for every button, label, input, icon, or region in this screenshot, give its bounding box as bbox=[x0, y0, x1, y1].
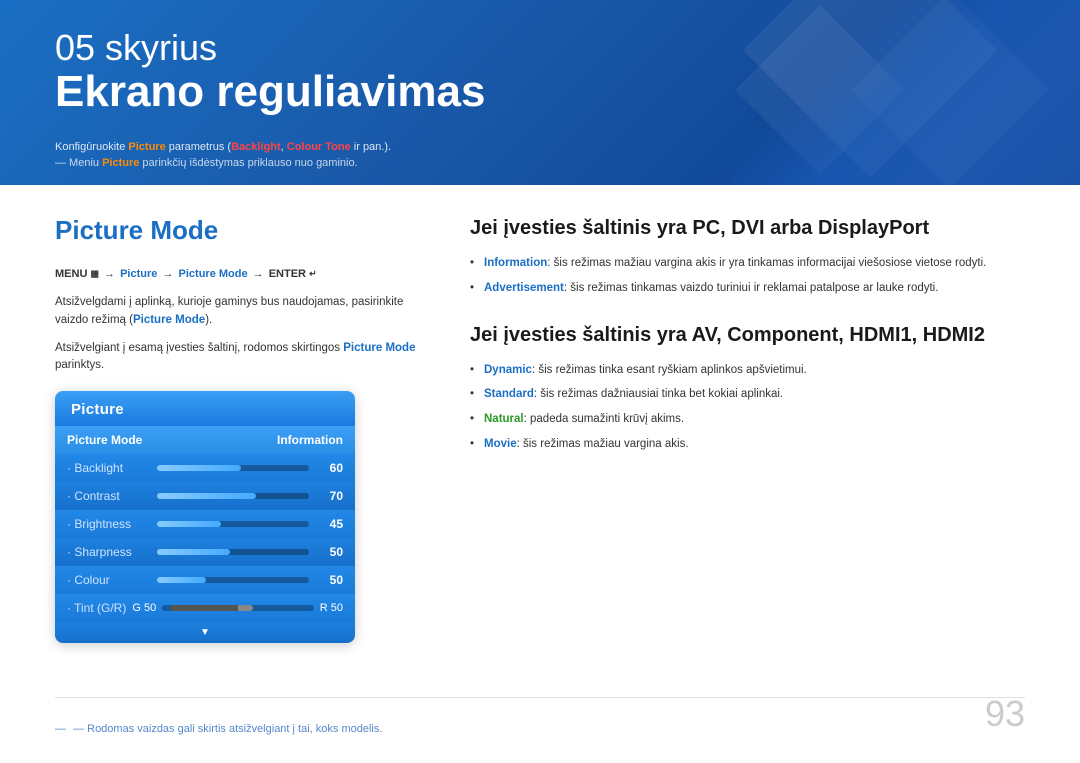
section-title-left: Picture Mode bbox=[55, 215, 425, 246]
contrast-slider bbox=[157, 493, 309, 499]
subtitle2-suffix: parinkčių išdėstymas priklauso nuo gamin… bbox=[139, 157, 357, 169]
colour-fill bbox=[157, 577, 206, 583]
chapter-number: 05 skyrius bbox=[55, 28, 485, 68]
footer-note-text: ― Rodomas vaizdas gali skirtis atsižvelg… bbox=[73, 723, 382, 735]
bullet-item-information: Information: šis režimas mažiau vargina … bbox=[470, 255, 1025, 273]
row-label-contrast: · Contrast bbox=[67, 489, 147, 503]
row-value-mode: Information bbox=[277, 433, 343, 447]
header-content: 05 skyrius Ekrano reguliavimas bbox=[55, 28, 485, 116]
row-value-backlight: 60 bbox=[319, 461, 343, 475]
menu-path: MENU ▦ → Picture → Picture Mode → ENTER … bbox=[55, 268, 425, 280]
row-label-brightness: · Brightness bbox=[67, 517, 147, 531]
bullet-item-advertisement: Advertisement: šis režimas tinkamas vaiz… bbox=[470, 280, 1025, 298]
bullet-item-movie: Movie: šis režimas mažiau vargina akis. bbox=[470, 436, 1025, 454]
backlight-slider bbox=[157, 465, 309, 471]
right-column: Jei įvesties šaltinis yra PC, DVI arba D… bbox=[470, 215, 1025, 478]
page-number: 93 bbox=[985, 693, 1025, 735]
bullet-list-pc: Information: šis režimas mažiau vargina … bbox=[470, 255, 1025, 298]
brightness-row: · Brightness 45 bbox=[55, 510, 355, 538]
subtitle1-word3: Colour Tone bbox=[287, 141, 351, 153]
brightness-slider bbox=[157, 521, 309, 527]
header-banner: 05 skyrius Ekrano reguliavimas Konfigūru… bbox=[0, 0, 1080, 185]
decorative-diamond-1 bbox=[743, 0, 998, 177]
footer-divider bbox=[55, 697, 1025, 698]
row-label-mode: Picture Mode bbox=[67, 433, 147, 447]
tint-row: · Tint (G/R) G 50 R 50 bbox=[55, 594, 355, 622]
tint-fill-left bbox=[170, 605, 238, 611]
term-movie: Movie bbox=[484, 438, 517, 450]
subtitle1-middle: parametrus ( bbox=[166, 141, 231, 153]
picture-mode-ui: Picture Picture Mode Information · Backl… bbox=[55, 391, 355, 643]
bullet-list-av: Dynamic: šis režimas tinka esant ryškiam… bbox=[470, 362, 1025, 454]
row-value-sharpness: 50 bbox=[319, 545, 343, 559]
subtitle1-prefix: Konfigūruokite bbox=[55, 141, 128, 153]
description-1: Atsižvelgdami į aplinką, kurioje gaminys… bbox=[55, 294, 425, 330]
brightness-fill bbox=[157, 521, 221, 527]
backlight-row: · Backlight 60 bbox=[55, 454, 355, 482]
tint-r-value: R 50 bbox=[320, 602, 343, 614]
row-value-colour: 50 bbox=[319, 573, 343, 587]
tint-g-value: G 50 bbox=[132, 602, 156, 614]
colour-slider bbox=[157, 577, 309, 583]
tint-slider bbox=[162, 605, 314, 611]
sharpness-slider bbox=[157, 549, 309, 555]
subtitle2-word: Picture bbox=[102, 157, 139, 169]
header-subtitle-1: Konfigūruokite Picture parametrus (Backl… bbox=[55, 141, 391, 153]
row-label-backlight: · Backlight bbox=[67, 461, 147, 475]
page-title: Ekrano reguliavimas bbox=[55, 68, 485, 116]
subtitle1-word1: Picture bbox=[128, 141, 165, 153]
tint-label: · Tint (G/R) bbox=[67, 601, 126, 615]
footer-note: ― ― Rodomas vaizdas gali skirtis atsižve… bbox=[55, 723, 382, 735]
row-value-contrast: 70 bbox=[319, 489, 343, 503]
picture-ui-arrow: ▼ bbox=[55, 622, 355, 643]
colour-row: · Colour 50 bbox=[55, 566, 355, 594]
tint-fill-right bbox=[238, 605, 253, 611]
term-advertisement: Advertisement bbox=[484, 282, 564, 294]
subtitle1-suffix: ir pan.). bbox=[351, 141, 391, 153]
section-title-av: Jei įvesties šaltinis yra AV, Component,… bbox=[470, 322, 1025, 348]
row-label-colour: · Colour bbox=[67, 573, 147, 587]
contrast-row: · Contrast 70 bbox=[55, 482, 355, 510]
header-subtitle-2: ― Meniu Picture parinkčių išdėstymas pri… bbox=[55, 157, 358, 169]
bullet-item-standard: Standard: šis režimas dažniausiai tinka … bbox=[470, 386, 1025, 404]
left-column: Picture Mode MENU ▦ → Picture → Picture … bbox=[55, 215, 425, 643]
subtitle2-prefix: ― Meniu bbox=[55, 157, 102, 169]
term-information: Information bbox=[484, 257, 547, 269]
row-value-brightness: 45 bbox=[319, 517, 343, 531]
picture-ui-header: Picture bbox=[55, 391, 355, 426]
backlight-fill bbox=[157, 465, 241, 471]
bullet-item-dynamic: Dynamic: šis režimas tinka esant ryškiam… bbox=[470, 362, 1025, 380]
contrast-fill bbox=[157, 493, 256, 499]
decorative-diamond-2 bbox=[851, 0, 1049, 185]
term-standard: Standard bbox=[484, 388, 534, 400]
subtitle1-word2: Backlight bbox=[231, 141, 281, 153]
decorative-diamond-3 bbox=[735, 5, 905, 175]
sharpness-fill bbox=[157, 549, 230, 555]
section-title-pc: Jei įvesties šaltinis yra PC, DVI arba D… bbox=[470, 215, 1025, 241]
term-natural: Natural bbox=[484, 413, 524, 425]
picture-mode-row: Picture Mode Information bbox=[55, 426, 355, 454]
description-2: Atsižvelgiant į esamą įvesties šaltinį, … bbox=[55, 340, 425, 376]
bullet-item-natural: Natural: padeda sumažinti krūvį akims. bbox=[470, 411, 1025, 429]
term-dynamic: Dynamic bbox=[484, 364, 532, 376]
sharpness-row: · Sharpness 50 bbox=[55, 538, 355, 566]
row-label-sharpness: · Sharpness bbox=[67, 545, 147, 559]
